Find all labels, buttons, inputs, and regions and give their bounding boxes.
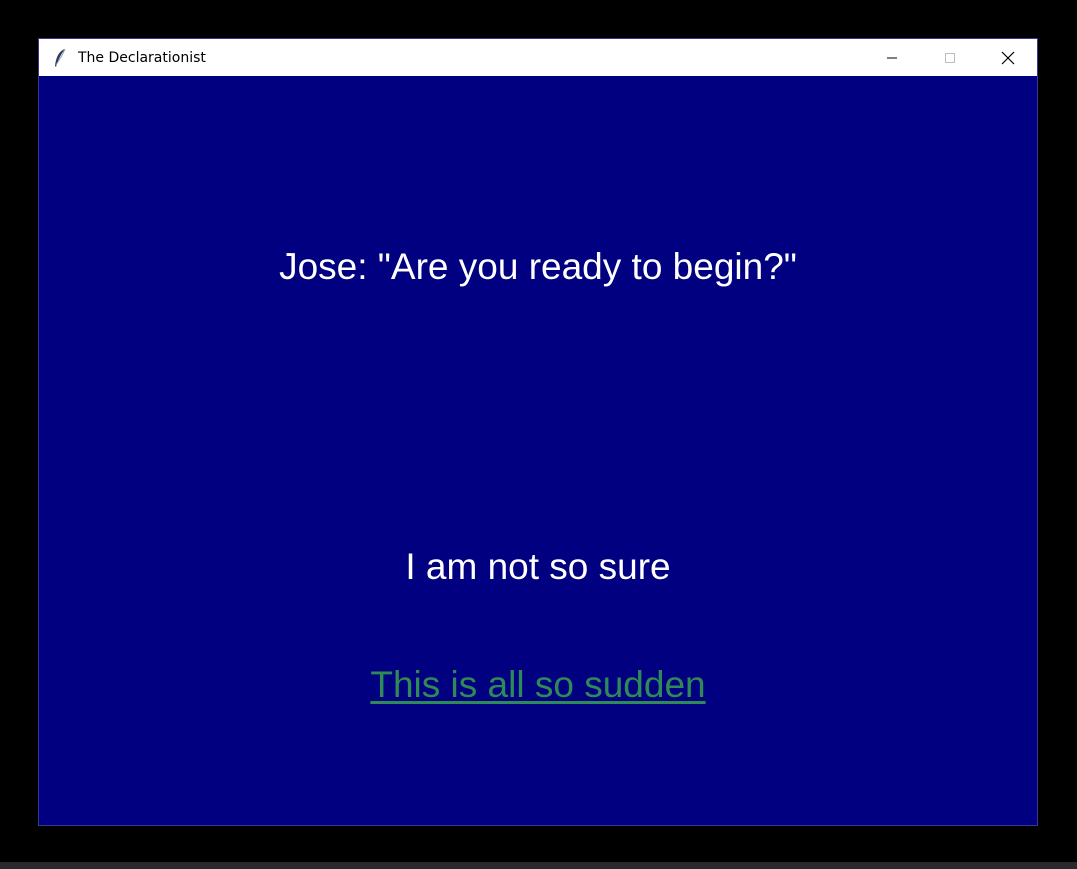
desktop: The Declarationist Jose: "Are you ready … <box>0 0 1077 869</box>
taskbar-edge <box>0 862 1077 869</box>
title-bar[interactable]: The Declarationist <box>39 39 1037 76</box>
minimize-icon[interactable] <box>863 39 921 76</box>
feather-icon <box>51 47 69 69</box>
maximize-icon[interactable] <box>921 39 979 76</box>
choice-label[interactable]: I am not so sure <box>405 546 670 588</box>
window-title: The Declarationist <box>78 49 206 66</box>
window-controls <box>863 39 1037 76</box>
game-canvas: Jose: "Are you ready to begin?" I am not… <box>39 76 1037 825</box>
choice-not-sure[interactable]: I am not so sure <box>39 546 1037 588</box>
dialogue-line: Jose: "Are you ready to begin?" <box>279 246 797 287</box>
choice-label[interactable]: This is all so sudden <box>370 664 705 706</box>
choice-so-sudden[interactable]: This is all so sudden <box>39 664 1037 706</box>
game-window: The Declarationist Jose: "Are you ready … <box>38 38 1038 826</box>
close-icon[interactable] <box>979 39 1037 76</box>
